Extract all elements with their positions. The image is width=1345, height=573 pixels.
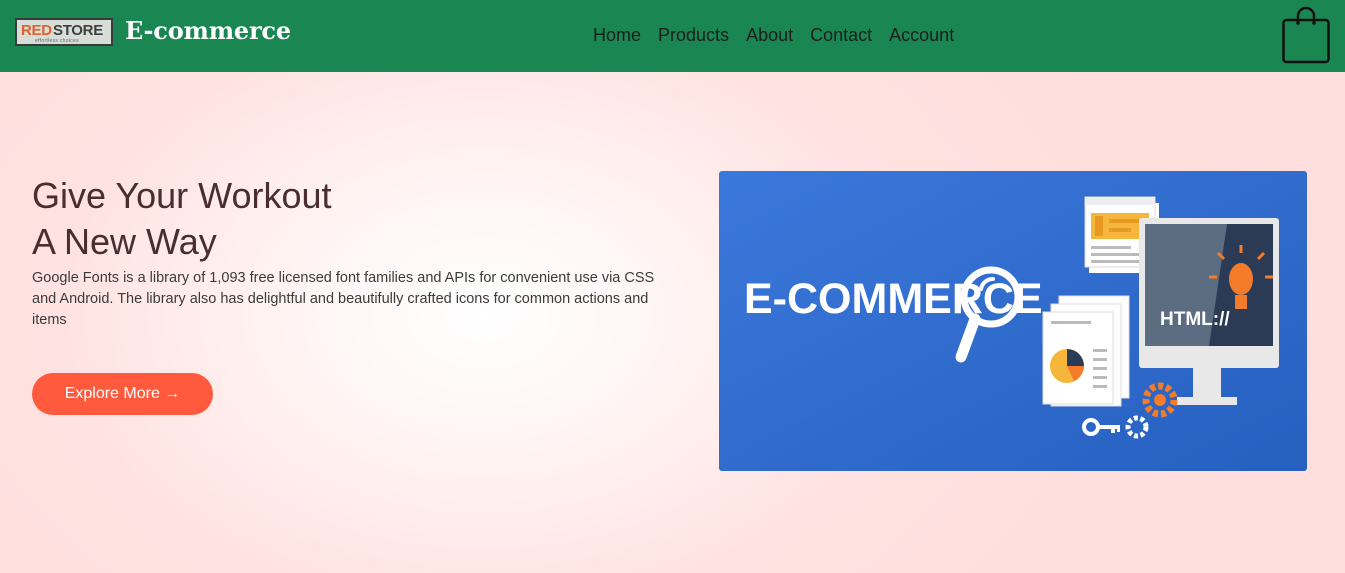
hero-title-line1: Give Your Workout	[32, 175, 332, 216]
nav-item-home[interactable]: Home	[593, 23, 641, 47]
shopping-bag-icon	[1282, 6, 1330, 64]
banner-heading: E-COMMERCE	[744, 275, 1043, 323]
logo-tagline: effortless choices	[35, 38, 79, 44]
monitor-html-text: HTML://	[1160, 309, 1230, 330]
hero-description: Google Fonts is a library of 1,093 free …	[32, 270, 655, 328]
hero-title-line2: A New Way	[32, 221, 217, 262]
logo-text-dark: STORE	[53, 22, 103, 39]
hero-title: Give Your Workout A New Way	[32, 173, 332, 265]
redstore-logo[interactable]: RED STORE effortless choices	[15, 18, 113, 46]
ecommerce-illustration: E-COMMERCE HTML://	[719, 171, 1307, 471]
explore-more-button[interactable]: Explore More →	[32, 373, 213, 415]
nav-item-about[interactable]: About	[746, 23, 793, 47]
nav-item-account[interactable]: Account	[889, 23, 954, 47]
ecommerce-banner-image: E-COMMERCE HTML://	[719, 171, 1307, 471]
logo-text-red: RED	[21, 22, 52, 39]
navbar: RED STORE effortless choices E-commerce …	[0, 0, 1345, 72]
nav-item-products[interactable]: Products	[658, 23, 729, 47]
brand-title: E-commerce	[125, 16, 291, 45]
nav-item-contact[interactable]: Contact	[810, 23, 872, 47]
nav-menu: Home Products About Contact Account	[593, 23, 971, 47]
cart-button[interactable]	[1281, 3, 1331, 65]
report-document-icon	[1042, 295, 1130, 407]
